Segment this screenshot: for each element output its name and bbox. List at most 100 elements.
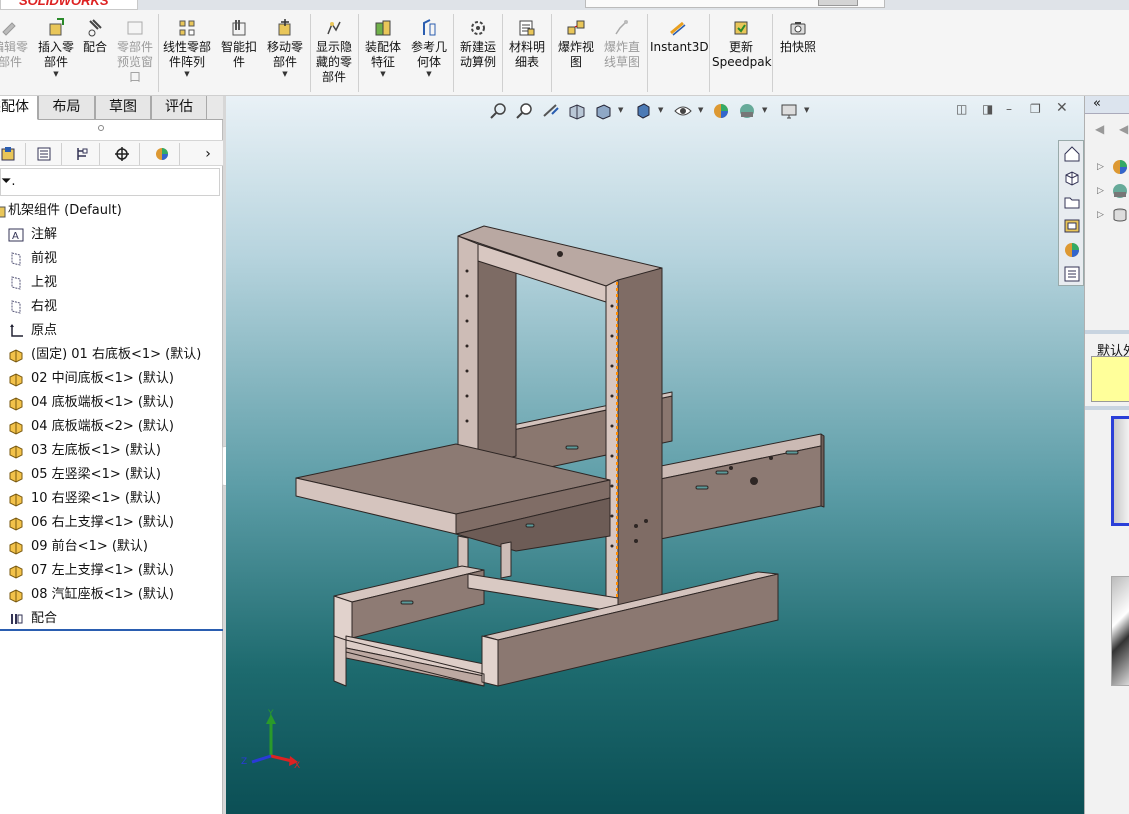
middle-lower-post[interactable] bbox=[500, 541, 512, 579]
right-column-face[interactable] bbox=[617, 267, 663, 611]
tab-display-manager[interactable] bbox=[144, 143, 180, 165]
plane-icon bbox=[11, 276, 21, 290]
pane-divider[interactable] bbox=[1085, 406, 1129, 410]
svg-text:X: X bbox=[294, 761, 300, 771]
pane-divider[interactable] bbox=[1085, 330, 1129, 334]
chevron-down-icon[interactable]: ▼ bbox=[362, 70, 404, 78]
appearance-thumbnail-selected[interactable] bbox=[1111, 416, 1129, 526]
take-snapshot-button[interactable]: 拍快照 bbox=[776, 18, 820, 55]
show-hidden-icon bbox=[327, 21, 341, 35]
left-column-face[interactable] bbox=[477, 243, 517, 467]
dimxpert-icon bbox=[114, 147, 129, 161]
expand-arrow-icon[interactable]: ▷ bbox=[1097, 210, 1104, 220]
search-button[interactable] bbox=[818, 0, 858, 6]
tree-item-label: 06 右上支撑<1> (默认) bbox=[31, 515, 175, 530]
edit-part-button[interactable]: 编辑零 部件 bbox=[0, 18, 30, 70]
chevron-down-icon[interactable]: ▼ bbox=[36, 70, 76, 78]
bom-icon bbox=[519, 20, 535, 36]
edit-part-label: 编辑零 部件 bbox=[0, 40, 28, 69]
svg-text:Y: Y bbox=[267, 709, 274, 719]
forward-icon[interactable]: ◀ bbox=[1119, 122, 1128, 136]
custom-properties-icon[interactable] bbox=[1062, 264, 1082, 284]
explode-line-icon bbox=[615, 20, 628, 35]
mate-button[interactable]: 配合 bbox=[80, 18, 110, 55]
tab-configuration-manager[interactable] bbox=[64, 143, 100, 165]
panel-resize-handle[interactable] bbox=[98, 125, 104, 131]
folder-icon[interactable] bbox=[1062, 192, 1082, 212]
preview-window-icon bbox=[127, 21, 143, 35]
tab-sketch[interactable]: 草图 bbox=[95, 96, 151, 120]
chevron-right-icon[interactable]: › bbox=[196, 143, 220, 165]
app-logo[interactable]: SOLIDWORKS bbox=[0, 0, 138, 10]
chevron-down-icon[interactable]: ▼ bbox=[160, 70, 214, 78]
collapse-pane-icon[interactable]: « bbox=[1085, 96, 1129, 114]
configuration-manager-icon bbox=[76, 148, 87, 160]
tree-item-label: 09 前台<1> (默认) bbox=[31, 539, 149, 554]
appearance-swatch[interactable] bbox=[1091, 356, 1129, 402]
insert-component-button[interactable]: 插入零 部件 ▼ bbox=[36, 18, 76, 78]
tab-assembly[interactable]: 装配体 bbox=[0, 96, 38, 120]
cube-icon[interactable] bbox=[1062, 168, 1082, 188]
appearances-folder-icon[interactable] bbox=[1111, 158, 1129, 176]
linear-pattern-icon bbox=[179, 20, 195, 36]
appearances-icon[interactable] bbox=[1062, 240, 1082, 260]
move-component-label: 移动零 部件 bbox=[266, 40, 303, 69]
tree-filter[interactable]: ⏷. bbox=[0, 168, 220, 196]
camera-icon bbox=[790, 22, 806, 35]
smart-fastener-button[interactable]: 智能扣 件 bbox=[218, 18, 260, 70]
feature-manager-icon bbox=[1, 147, 14, 161]
decals-folder-icon[interactable] bbox=[1111, 206, 1129, 224]
exploded-view-button[interactable]: 爆炸视 图 bbox=[554, 18, 598, 70]
tab-dimxpert-manager[interactable] bbox=[104, 143, 140, 165]
tab-evaluate[interactable]: 评估 bbox=[151, 96, 207, 120]
separator bbox=[310, 14, 311, 92]
scenes-folder-icon[interactable] bbox=[1111, 182, 1129, 200]
edit-part-icon bbox=[2, 22, 16, 36]
explode-line-sketch-button[interactable]: 爆炸直 线草图 bbox=[600, 18, 644, 70]
smart-fastener-label: 智能扣 件 bbox=[220, 40, 257, 69]
tab-property-manager[interactable] bbox=[26, 143, 62, 165]
bill-of-materials-button[interactable]: 材料明 细表 bbox=[506, 18, 548, 70]
part-icon bbox=[9, 541, 23, 555]
tree-item-label: 08 汽缸座板<1> (默认) bbox=[31, 587, 175, 602]
explode-line-label: 爆炸直 线草图 bbox=[603, 40, 640, 69]
tree-end-marker[interactable] bbox=[0, 629, 223, 631]
tab-layout[interactable]: 布局 bbox=[38, 96, 95, 120]
update-speedpak-button[interactable]: 更新 Speedpak bbox=[712, 18, 772, 70]
chevron-down-icon[interactable]: ▼ bbox=[264, 70, 306, 78]
assembly-model[interactable]: Z Y X bbox=[226, 96, 1084, 814]
component-preview-button[interactable]: 零部件 预览窗 口 bbox=[114, 18, 156, 85]
appearance-thumbnail[interactable] bbox=[1111, 576, 1129, 686]
tab-feature-manager[interactable] bbox=[0, 143, 26, 165]
tree-item-label: 05 左竖梁<1> (默认) bbox=[31, 467, 162, 482]
graphics-area[interactable]: ▼ ▼ ▼ ▼ ▼ ◫ ◨ – ❐ ✕ Z Y X bbox=[226, 96, 1084, 814]
back-icon[interactable]: ◀ bbox=[1095, 122, 1104, 136]
home-icon[interactable] bbox=[1062, 144, 1082, 164]
assembly-features-label: 装配体 特征 bbox=[364, 40, 401, 69]
show-hidden-components-button[interactable]: 显示隐 藏的零 部件 bbox=[312, 18, 356, 85]
instant3d-button[interactable]: Instant3D bbox=[650, 18, 709, 55]
chevron-down-icon[interactable]: ▼ bbox=[408, 70, 450, 78]
origin-icon bbox=[10, 324, 23, 337]
svg-text:A: A bbox=[12, 231, 19, 242]
assembly-features-button[interactable]: 装配体 特征 ▼ bbox=[362, 18, 404, 78]
part-icon bbox=[9, 565, 23, 579]
expand-arrow-icon[interactable]: ▷ bbox=[1097, 162, 1104, 172]
expand-arrow-icon[interactable]: ▷ bbox=[1097, 186, 1104, 196]
mate-label: 配合 bbox=[82, 40, 107, 54]
reference-geometry-button[interactable]: 参考几 何体 ▼ bbox=[408, 18, 450, 78]
base-middle-cross[interactable] bbox=[467, 573, 619, 613]
instant3d-icon bbox=[670, 21, 686, 36]
plane-icon bbox=[11, 300, 21, 314]
view-side-toolbar bbox=[1058, 140, 1084, 286]
linear-pattern-button[interactable]: 线性零部 件阵列 ▼ bbox=[160, 18, 214, 78]
task-pane: « ◀ ◀ ▷ ▷ ▷ 默认外观 bbox=[1084, 96, 1129, 814]
move-component-button[interactable]: 移动零 部件 ▼ bbox=[264, 18, 306, 78]
title-bar: SOLIDWORKS bbox=[0, 0, 1129, 10]
tree-item-label: 04 底板端板<1> (默认) bbox=[31, 395, 175, 410]
new-motion-study-button[interactable]: 新建运 动算例 bbox=[456, 18, 500, 70]
insert-component-icon bbox=[49, 18, 64, 36]
app-logo-text: SOLIDWORKS bbox=[19, 0, 109, 8]
library-icon[interactable] bbox=[1062, 216, 1082, 236]
snapshot-label: 拍快照 bbox=[779, 40, 816, 54]
